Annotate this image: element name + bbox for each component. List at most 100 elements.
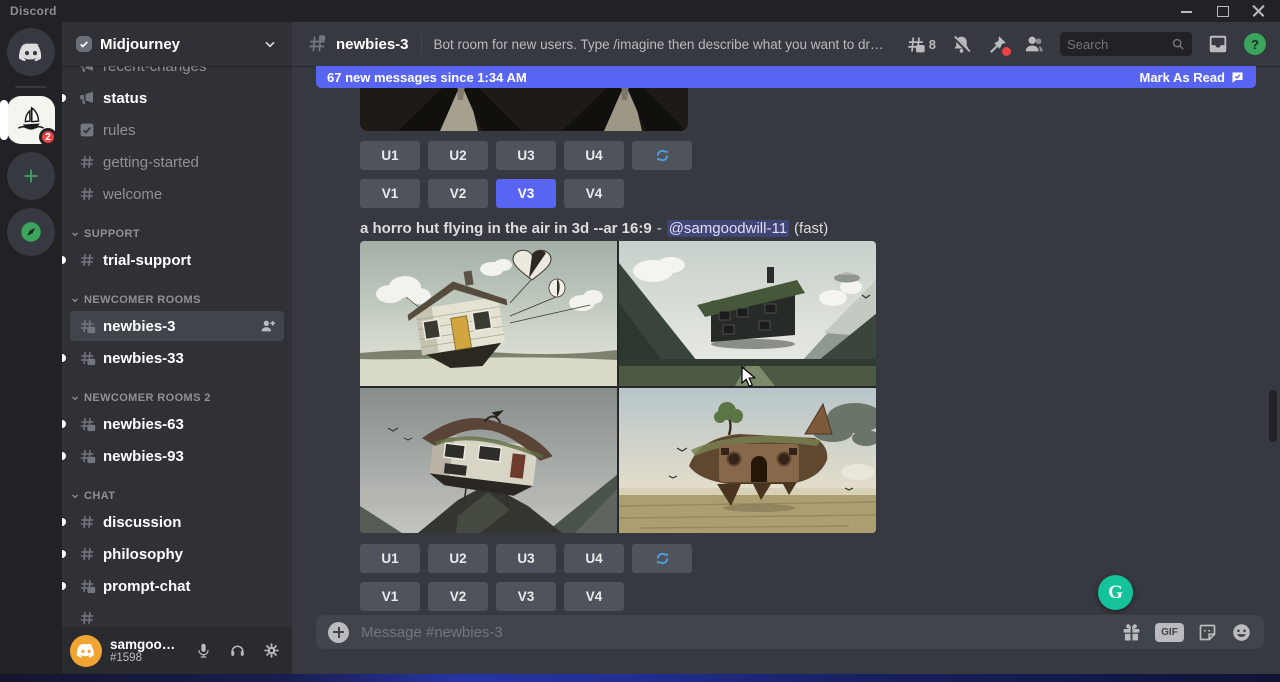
sidebar-item-discussion[interactable]: discussion [70,507,284,537]
discord-home-button[interactable] [7,28,55,76]
channel-name: welcome [103,186,162,203]
variation-v2-button[interactable]: V2 [428,179,488,208]
scrollbar-thumb[interactable] [1269,390,1277,442]
grammarly-widget[interactable]: G [1098,575,1133,610]
category-newcomer-rooms-2[interactable]: NEWCOMER ROOMS 2 [62,387,292,409]
channel-list: recent-changes statusrulesgetting-started… [62,66,292,627]
sidebar-item-newbies-3[interactable]: newbies-3 [70,311,284,341]
sticker-button[interactable] [1197,622,1218,643]
maximize-button[interactable] [1216,4,1230,18]
username: samgoodw... [110,637,182,652]
sidebar-item-trial-support[interactable]: trial-support [70,245,284,275]
server-icon-midjourney[interactable]: 2 [7,96,55,144]
close-button[interactable] [1252,4,1266,18]
help-button[interactable]: ? [1244,33,1266,55]
variation-v4-button[interactable]: V4 [564,582,624,611]
reroll-button[interactable] [632,141,692,170]
threads-button[interactable]: 8 [905,34,936,55]
sidebar-item-recent-changes[interactable]: recent-changes [70,66,284,81]
upscale-u3-button[interactable]: U3 [496,544,556,573]
gif-button[interactable]: GIF [1155,623,1184,642]
variation-v4-button[interactable]: V4 [564,179,624,208]
inbox-button[interactable] [1207,33,1229,55]
grid-image-4[interactable] [619,388,876,533]
mark-as-read-button[interactable]: Mark As Read [1140,70,1246,85]
message1-image-attachment[interactable] [360,88,688,131]
user-avatar[interactable] [70,635,102,667]
member-list-button[interactable] [1023,33,1045,55]
hash-bubble-icon [78,415,96,433]
sidebar-item-rules[interactable]: rules [70,115,284,145]
guild-header[interactable]: Midjourney [62,22,292,66]
user-settings-button[interactable] [258,637,284,665]
variation-v3-button[interactable]: V3 [496,179,556,208]
hash-icon [78,545,96,563]
explore-servers-button[interactable] [7,208,55,256]
hash-bubble-icon [78,577,96,595]
megaphone-icon [78,89,96,107]
microphone-button[interactable] [190,637,216,665]
window-titlebar: Discord [0,0,1280,22]
compass-icon [18,219,44,245]
sidebar-item-newbies-33[interactable]: newbies-33 [70,343,284,373]
prompt-dash: - [657,220,662,237]
sidebar-item-status[interactable]: status [70,83,284,113]
channel-topic[interactable]: Bot room for new users. Type /imagine th… [434,37,891,52]
search-input[interactable]: Search [1060,32,1192,56]
unread-indicator [62,518,66,526]
upscale-u3-button[interactable]: U3 [496,141,556,170]
grid-image-1[interactable] [360,241,617,386]
variation-v1-button[interactable]: V1 [360,582,420,611]
threads-hash-icon [905,34,926,55]
upscale-u4-button[interactable]: U4 [564,141,624,170]
sidebar-item-philosophy[interactable]: philosophy [70,539,284,569]
upscale-u1-button[interactable]: U1 [360,544,420,573]
message-input[interactable]: Message #newbies-3 GIF [316,615,1264,649]
notification-settings-button[interactable] [951,34,972,55]
sidebar-item-welcome[interactable]: welcome [70,179,284,209]
message2-image-grid[interactable] [360,241,876,533]
category-chat[interactable]: CHAT [62,485,292,507]
channel-name: recent-changes [103,66,206,75]
message2-content: a horro hut flying in the air in 3d --ar… [360,217,1280,239]
sidebar-item-newbies-63[interactable]: newbies-63 [70,409,284,439]
add-attachment-icon[interactable] [328,622,349,643]
invite-people-icon[interactable] [260,318,276,334]
rail-separator [15,86,47,88]
gift-button[interactable] [1121,622,1142,643]
taskbar-edge [0,674,1280,682]
emoji-button[interactable] [1231,622,1252,643]
bell-slash-icon [951,34,972,55]
upscale-u2-button[interactable]: U2 [428,141,488,170]
headphones-icon [229,642,246,659]
sidebar-item-prompt-chat[interactable]: prompt-chat [70,571,284,601]
new-messages-banner[interactable]: 67 new messages since 1:34 AM Mark As Re… [316,66,1256,88]
category-label: CHAT [84,490,115,502]
sidebar-item-getting-started[interactable]: getting-started [70,147,284,177]
category-newcomer-rooms[interactable]: NEWCOMER ROOMS [62,289,292,311]
deafen-button[interactable] [224,637,250,665]
add-server-button[interactable] [7,152,55,200]
reroll-button[interactable] [632,544,692,573]
upscale-u4-button[interactable]: U4 [564,544,624,573]
category-support[interactable]: SUPPORT [62,223,292,245]
grid-image-2[interactable] [619,241,876,386]
sidebar-item-clipped-channel[interactable] [70,603,284,627]
grid-image-3[interactable] [360,388,617,533]
hash-icon [78,609,96,627]
upscale-u1-button[interactable]: U1 [360,141,420,170]
guild-name: Midjourney [100,36,254,53]
sidebar-item-newbies-93[interactable]: newbies-93 [70,441,284,471]
variation-v1-button[interactable]: V1 [360,179,420,208]
channel-name: prompt-chat [103,578,191,595]
minimize-button[interactable] [1180,4,1194,18]
verified-badge-icon [76,36,92,52]
user-mention[interactable]: @samgoodwill-11 [667,220,789,237]
variation-v3-button[interactable]: V3 [496,582,556,611]
upscale-u2-button[interactable]: U2 [428,544,488,573]
channel-sidebar: Midjourney recent-changes statusrulesgett… [62,22,292,674]
app-title: Discord [10,4,57,18]
message-placeholder: Message #newbies-3 [361,624,1109,641]
pinned-messages-button[interactable] [987,34,1008,55]
variation-v2-button[interactable]: V2 [428,582,488,611]
